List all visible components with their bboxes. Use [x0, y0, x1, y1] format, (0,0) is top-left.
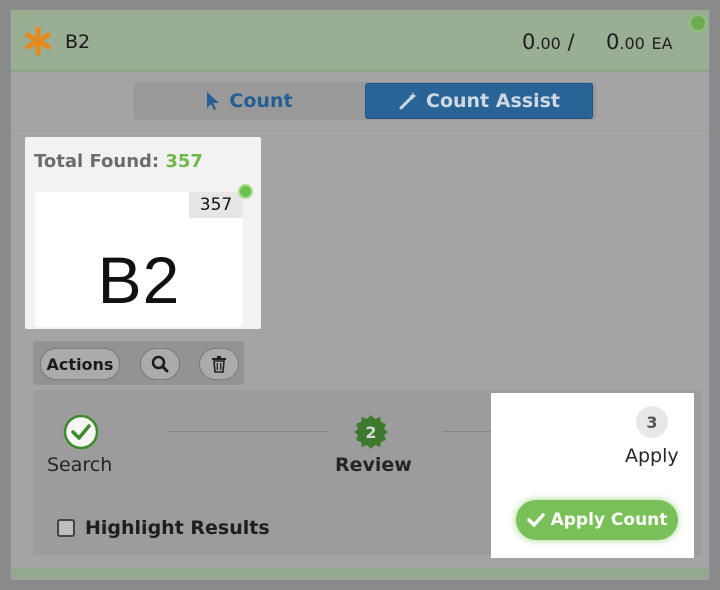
search-button[interactable]: [140, 348, 180, 380]
search-icon: [151, 355, 169, 373]
highlight-results-label[interactable]: Highlight Results: [85, 517, 270, 539]
step-apply-number: 3: [636, 406, 668, 438]
status-indicator: [691, 16, 705, 30]
card-footer: [11, 568, 709, 578]
check-circle-icon: [63, 414, 99, 450]
asterisk-icon: [25, 26, 51, 56]
magic-wand-icon: [399, 92, 417, 110]
item-header: B2 0.00 / 0.00 EA: [11, 10, 709, 72]
actions-label: Actions: [46, 354, 114, 374]
trash-icon: [212, 356, 226, 373]
tab-count-assist-label: Count Assist: [426, 90, 560, 112]
actions-button[interactable]: Actions: [40, 348, 120, 380]
total-found-label: Total Found:: [34, 151, 160, 172]
cursor-icon: [207, 92, 220, 110]
checkmark-icon: [526, 513, 545, 527]
item-name: B2: [65, 31, 91, 53]
thumbnail-actions: Actions: [33, 341, 244, 385]
thumbnail-status-dot: [238, 184, 253, 199]
apply-count-label: Apply Count: [550, 510, 668, 530]
tab-count[interactable]: Count: [134, 83, 364, 119]
step-review-label: Review: [335, 454, 412, 476]
step-search-label: Search: [47, 454, 113, 476]
delete-button[interactable]: [199, 348, 239, 380]
total-quantity: 0.00 EA: [606, 30, 673, 54]
apply-step-panel: 3 Apply Apply Count: [491, 393, 694, 558]
tab-count-assist[interactable]: Count Assist: [365, 83, 593, 119]
total-found-value: 357: [165, 151, 203, 172]
tab-count-label: Count: [229, 90, 293, 112]
thumbnail-text: B2: [97, 243, 181, 317]
mode-toggle: Count Count Assist: [134, 82, 596, 120]
svg-text:2: 2: [365, 423, 376, 442]
counted-quantity: 0.00 /: [522, 30, 575, 54]
divider: [11, 130, 709, 131]
result-thumbnail[interactable]: B2 357: [35, 184, 253, 327]
results-panel: Total Found: 357 B2 357: [25, 137, 261, 329]
step-review-badge-icon: 2: [354, 415, 388, 449]
thumbnail-count-badge: 357: [189, 192, 243, 218]
step-connector: [168, 431, 328, 432]
apply-count-button[interactable]: Apply Count: [516, 500, 678, 540]
total-found: Total Found: 357: [34, 151, 203, 172]
step-apply-label: Apply: [625, 445, 679, 467]
highlight-results-checkbox[interactable]: [57, 519, 75, 537]
